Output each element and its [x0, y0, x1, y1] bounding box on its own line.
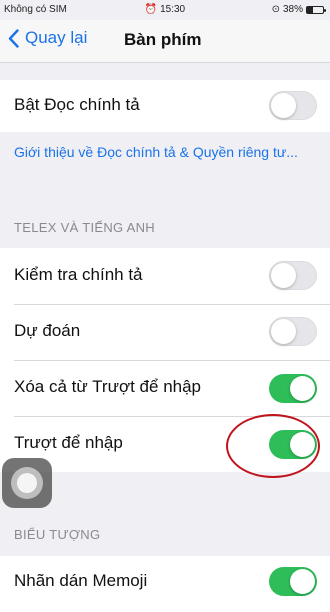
- prediction-toggle[interactable]: [269, 317, 317, 346]
- spellcheck-row[interactable]: Kiểm tra chính tả: [0, 248, 330, 304]
- orientation-lock-icon: ⊙: [271, 4, 280, 15]
- assistive-touch-button[interactable]: [2, 458, 52, 508]
- battery-status: ⊙ 38%: [271, 4, 326, 15]
- battery-percent: 38%: [282, 4, 303, 15]
- chevron-left-icon: [8, 28, 19, 48]
- spellcheck-label: Kiểm tra chính tả: [14, 265, 143, 284]
- delete-slide-word-toggle[interactable]: [269, 374, 317, 403]
- back-button[interactable]: Quay lại: [8, 28, 87, 48]
- prediction-label: Dự đoán: [14, 321, 81, 340]
- spellcheck-toggle[interactable]: [269, 261, 317, 290]
- nav-bar: Quay lại Bàn phím: [0, 20, 330, 63]
- alarm-icon: ⏰: [144, 4, 158, 15]
- time-label: 15:30: [160, 4, 186, 15]
- section-header-symbols: BIỂU TƯỢNG: [14, 527, 101, 542]
- dictation-label: Bật Đọc chính tả: [14, 95, 140, 114]
- battery-level: [307, 6, 314, 13]
- battery-icon: [306, 5, 326, 14]
- slide-to-type-label: Trượt để nhập: [14, 433, 123, 452]
- dictation-toggle[interactable]: [269, 91, 317, 120]
- memoji-stickers-label: Nhãn dán Memoji: [14, 571, 148, 590]
- page-title: Bàn phím: [124, 30, 202, 49]
- delete-slide-word-label: Xóa cả từ Trượt để nhập: [14, 377, 202, 396]
- memoji-stickers-toggle[interactable]: [269, 567, 317, 596]
- status-bar: Không có SIM ⏰ 15:30 ⊙ 38%: [0, 0, 330, 20]
- annotation-circle: [226, 414, 320, 478]
- delete-slide-word-row[interactable]: Xóa cả từ Trượt để nhập: [0, 361, 330, 416]
- prediction-row[interactable]: Dự đoán: [0, 305, 330, 360]
- assistive-touch-dot: [17, 473, 37, 493]
- privacy-link[interactable]: Giới thiệu về Đọc chính tả & Quyền riêng…: [14, 142, 314, 162]
- section-header-telex: TELEX VÀ TIẾNG ANH: [14, 220, 155, 235]
- memoji-stickers-row[interactable]: Nhãn dán Memoji: [0, 556, 330, 612]
- back-label: Quay lại: [25, 28, 88, 47]
- dictation-row[interactable]: Bật Đọc chính tả: [0, 80, 330, 132]
